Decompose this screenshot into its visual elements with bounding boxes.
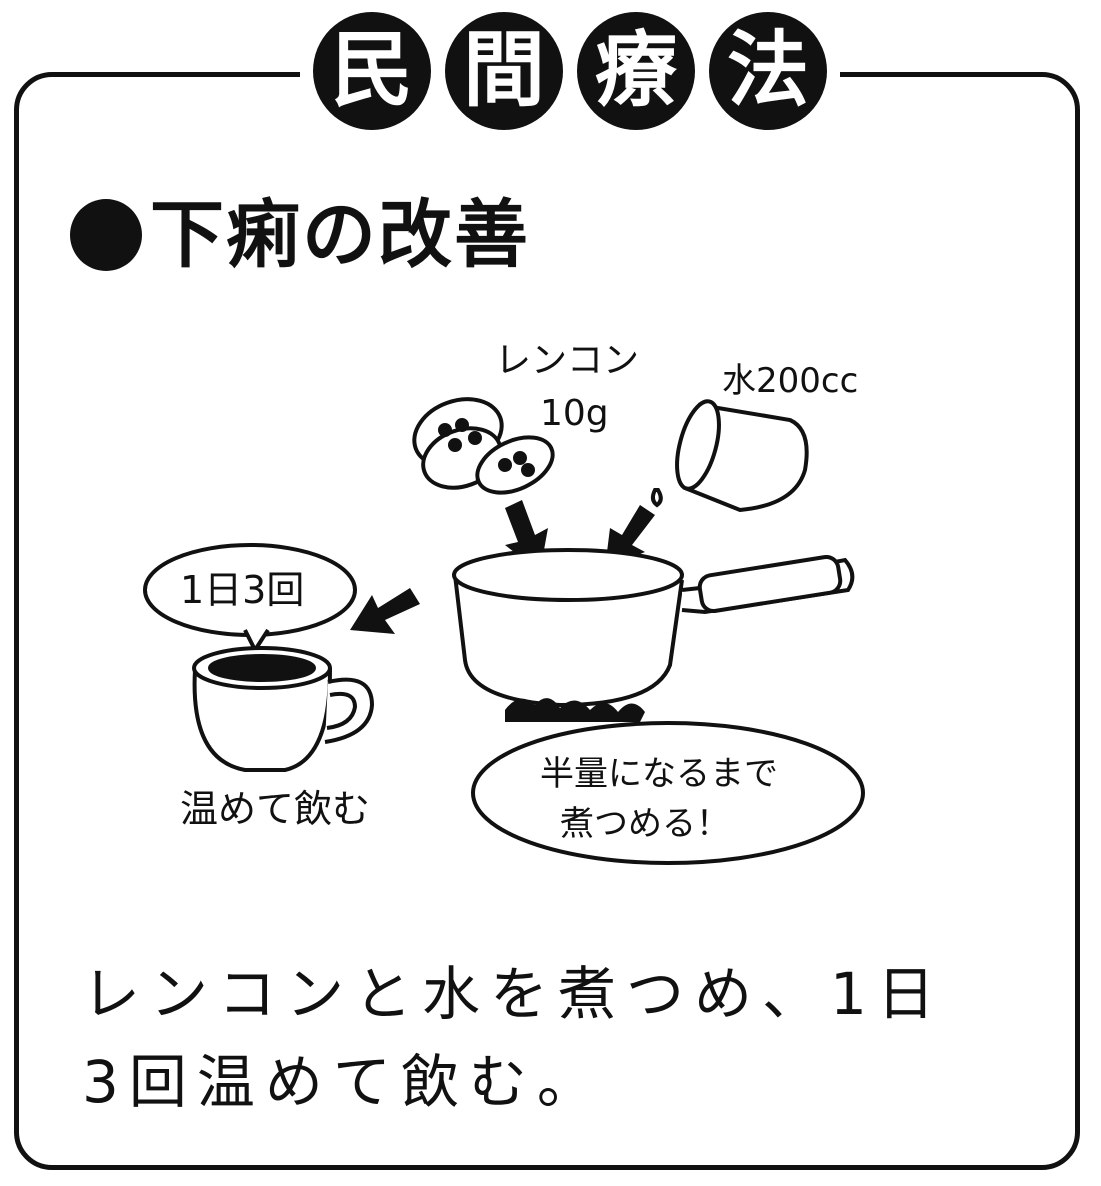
caption: レンコンと水を煮つめ、1日 3回温めて飲む。 — [82, 950, 1012, 1126]
water-label: 水200cc — [722, 361, 858, 401]
pot-note-line1: 半量になるまで — [540, 754, 778, 794]
caption-line2: 3回温めて飲む。 — [82, 1048, 605, 1116]
flame-icon — [505, 698, 645, 722]
saucepan-icon — [452, 548, 855, 708]
lotus-amount: 10g — [540, 393, 609, 434]
pot-note-line2: 煮つめる！ — [560, 804, 730, 844]
caption-line1: レンコンと水を煮つめ、1日 — [82, 960, 945, 1028]
bubble-text: 1日3回 — [180, 568, 304, 612]
cup-label: 温めて飲む — [180, 787, 370, 831]
lotus-slices-icon — [412, 397, 555, 495]
measuring-cup-icon — [650, 399, 809, 513]
mug-icon — [192, 646, 375, 772]
lotus-label: レンコン — [495, 340, 639, 381]
